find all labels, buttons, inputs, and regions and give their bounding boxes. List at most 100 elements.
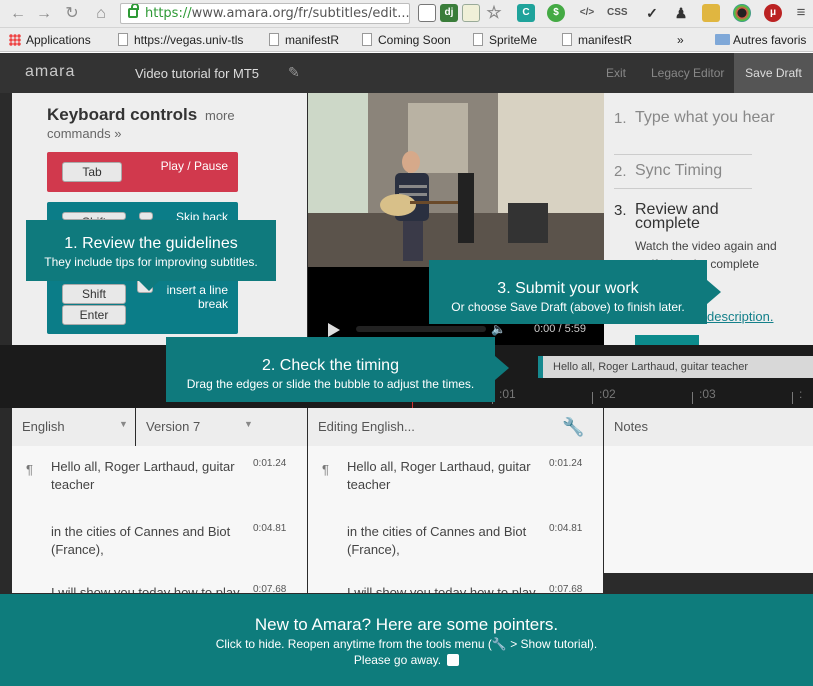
- pencil-icon[interactable]: ✎: [288, 64, 300, 81]
- subtitle-time: 0:07.68: [549, 584, 583, 593]
- callout-arrow: [139, 281, 159, 291]
- bookmark-spriteme[interactable]: SpriteMe: [471, 32, 537, 48]
- callout-arrow: [495, 356, 509, 380]
- video-still-image: [308, 93, 604, 267]
- callout-timing[interactable]: 2. Check the timing Drag the edges or sl…: [166, 337, 495, 402]
- bookmark-manifestr[interactable]: manifestR: [267, 32, 339, 48]
- bookmark-other-folder[interactable]: Autres favoris: [715, 32, 806, 48]
- callout-guidelines-title: 1. Review the guidelines: [64, 235, 238, 252]
- code-icon[interactable]: </>: [578, 4, 596, 22]
- subtitle-time: 0:01.24: [549, 458, 583, 469]
- play-icon[interactable]: [328, 323, 340, 337]
- step-2-number: 2.: [614, 163, 627, 180]
- folder-icon: [715, 34, 730, 45]
- css-icon[interactable]: CSS: [607, 4, 628, 22]
- version-select[interactable]: Version 7 ▼: [136, 408, 307, 446]
- tutorial-title: New to Amara? Here are some pointers.: [254, 615, 559, 634]
- go-away-checkbox[interactable]: [447, 654, 460, 666]
- subtitle-text[interactable]: in the cities of Cannes and Biot (France…: [347, 523, 537, 559]
- lock-icon: [128, 4, 139, 18]
- tick-label: :: [791, 387, 803, 404]
- more-commands-link[interactable]: more: [205, 108, 235, 123]
- step-2-label: Sync Timing: [635, 162, 723, 179]
- callout-timing-subtitle: Drag the edges or slide the bubble to ad…: [186, 377, 475, 391]
- bookmark-applications[interactable]: Applications: [8, 32, 91, 48]
- callout-guidelines[interactable]: 1. Review the guidelines They include ti…: [26, 220, 276, 281]
- eyedropper-icon[interactable]: ✓: [643, 4, 661, 22]
- reload-icon[interactable]: ↻: [62, 4, 82, 24]
- legacy-editor-button[interactable]: Legacy Editor: [651, 66, 724, 80]
- bookmarks-bar: Applications https://vegas.univ-tls mani…: [0, 28, 813, 52]
- time-display: 0:00 / 5:59: [534, 323, 586, 335]
- callout-submit-title: 3. Submit your work: [497, 280, 639, 297]
- home-icon[interactable]: ⌂: [91, 4, 111, 24]
- bookmarks-overflow[interactable]: »: [677, 32, 684, 48]
- video-title: Video tutorial for MT5: [135, 66, 260, 81]
- play-pause-shortcut: Tab Play / Pause: [47, 152, 238, 192]
- ublock-icon[interactable]: μ: [764, 4, 782, 22]
- page-icon: [118, 33, 128, 46]
- bookmark-coming-soon[interactable]: Coming Soon: [360, 32, 451, 48]
- tick-label: :01: [492, 387, 516, 404]
- step-1-label: Type what you hear: [635, 109, 775, 126]
- step-divider: [614, 188, 752, 189]
- menu-icon[interactable]: ≡: [792, 4, 810, 22]
- address-bar[interactable]: https://www.amara.org/fr/subtitles/edit.…: [120, 3, 410, 24]
- bookmark-vegas[interactable]: https://vegas.univ-tls: [116, 32, 243, 48]
- shift-key-partial: Shift: [62, 212, 126, 220]
- extension-c-icon[interactable]: C: [517, 4, 535, 22]
- subtitle-text[interactable]: Hello all, Roger Larthaud, guitar teache…: [347, 458, 537, 494]
- subtitle-time: 0:04.81: [253, 523, 287, 534]
- callout-submit-subtitle: Or choose Save Draft (above) to finish l…: [451, 300, 685, 314]
- video-frame[interactable]: [308, 93, 604, 267]
- bookmark-manifestr-2[interactable]: manifestR: [560, 32, 632, 48]
- endorse-button[interactable]: [635, 335, 699, 345]
- forward-arrow-icon[interactable]: →: [34, 4, 54, 24]
- extension-chat-icon[interactable]: $: [547, 4, 565, 22]
- editing-subtitles: ¶ Hello all, Roger Larthaud, guitar teac…: [308, 446, 603, 593]
- skip-back-label: Skip back: [175, 210, 228, 220]
- volume-icon[interactable]: 🔈: [491, 322, 506, 336]
- color-wheel-icon[interactable]: [733, 4, 751, 22]
- callout-arrow: [707, 280, 721, 304]
- time-ruler: :01 :02 :03 :: [492, 387, 813, 407]
- save-draft-button[interactable]: Save Draft: [734, 53, 813, 93]
- reference-subtitles: ¶ Hello all, Roger Larthaud, guitar teac…: [12, 446, 307, 593]
- django-icon[interactable]: dj: [440, 4, 458, 22]
- description-link[interactable]: description.: [707, 309, 773, 324]
- ruler-icon[interactable]: [702, 4, 720, 22]
- commands-link[interactable]: commands »: [47, 126, 121, 141]
- notes-header: Notes: [604, 408, 813, 446]
- pilcrow-icon: ¶: [322, 462, 329, 477]
- subtitle-text[interactable]: I will show you today how to play: [347, 584, 537, 593]
- callout-submit[interactable]: 3. Submit your work Or choose Save Draft…: [429, 260, 707, 324]
- notes-area[interactable]: [604, 446, 813, 573]
- subtitle-bubble[interactable]: Hello all, Roger Larthaud, guitar teache…: [538, 356, 813, 378]
- tick-label: :03: [692, 387, 716, 404]
- wrench-icon[interactable]: 🔧: [562, 408, 584, 446]
- tab-key: Tab: [62, 162, 122, 182]
- go-away-row: Please go away.: [0, 653, 813, 667]
- tutorial-banner[interactable]: New to Amara? Here are some pointers. Cl…: [0, 594, 813, 686]
- notes-icon[interactable]: [462, 4, 480, 22]
- progress-bar[interactable]: [356, 326, 486, 332]
- star-icon[interactable]: ☆: [485, 4, 503, 22]
- subtitle-time: 0:04.81: [549, 523, 583, 534]
- browser-toolbar: ← → ↻ ⌂ https://www.amara.org/fr/subtitl…: [0, 0, 813, 28]
- apps-grid-icon: [9, 34, 21, 46]
- keyboard-controls-title: Keyboard controls: [47, 105, 198, 124]
- exit-button[interactable]: Exit: [606, 66, 626, 80]
- enter-key: Enter: [62, 305, 126, 325]
- page-icon: [473, 33, 483, 46]
- subtitle-text: in the cities of Cannes and Biot (France…: [51, 524, 231, 557]
- reference-language-select[interactable]: English ▼: [12, 408, 135, 446]
- url-path: www.amara.org/fr/subtitles/edit...: [191, 6, 410, 21]
- editor-topbar: amara Video tutorial for MT5 ✎ Exit Lega…: [0, 53, 813, 93]
- arrow-key-partial: [139, 212, 153, 220]
- reader-icon[interactable]: [418, 4, 436, 22]
- page-icon: [362, 33, 372, 46]
- amara-logo[interactable]: amara: [25, 63, 75, 81]
- back-arrow-icon[interactable]: ←: [8, 4, 28, 24]
- chess-piece-icon[interactable]: ♟: [672, 4, 690, 22]
- shift-key: Shift: [62, 284, 126, 304]
